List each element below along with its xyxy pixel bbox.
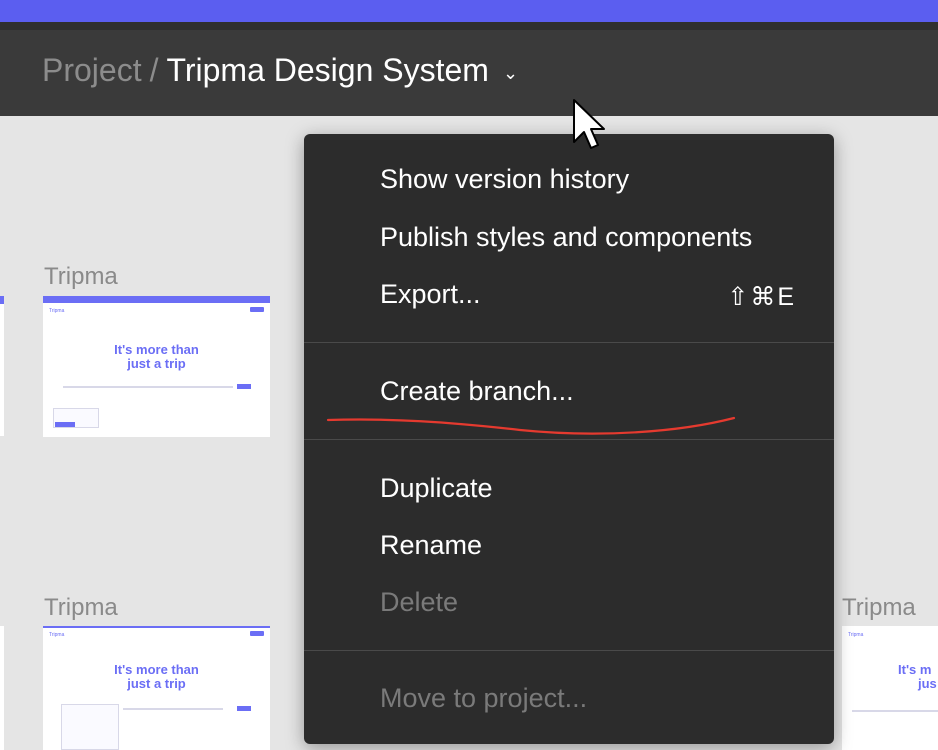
thumbnail-button [250,307,264,312]
file-card-label[interactable]: Tripma [44,263,118,291]
menu-item-publish-styles[interactable]: Publish styles and components [380,222,752,253]
file-thumbnail[interactable]: Tripma It's more than just a trip [43,296,270,437]
file-card-label[interactable]: Tripma [44,594,118,622]
menu-item-rename[interactable]: Rename [380,530,482,561]
thumbnail-card-button [55,422,75,427]
file-thumbnail-partial[interactable] [0,296,4,436]
menu-item-delete: Delete [380,587,459,617]
toolbar-gap [0,22,938,30]
menu-item-create-branch[interactable]: Create branch... [380,376,574,407]
breadcrumb-project[interactable]: Project [42,52,142,88]
chevron-down-icon[interactable]: ⌄ [503,51,518,95]
thumbnail-hero-line1: It's more than [114,662,199,677]
menu-item-export[interactable]: Export... [380,279,481,310]
thumbnail-topbar [43,296,270,303]
top-accent-bar [0,0,938,22]
thumbnail-search-bar [852,710,938,712]
menu-item-show-version-history[interactable]: Show version history [380,164,629,195]
file-thumbnail[interactable]: Tripma It's more than just a trip [43,626,270,750]
thumbnail-logo: Tripma [49,632,65,638]
thumbnail-search-button [237,384,251,389]
thumbnail-search-button [237,706,251,711]
breadcrumb-separator: / [149,52,159,88]
thumbnail-hero-line2: just a trip [127,356,186,371]
menu-separator [304,439,834,440]
menu-separator [304,650,834,651]
mouse-cursor-icon [573,99,605,149]
thumbnail-hero-line2: jus [918,676,937,691]
breadcrumb: Project / Tripma Design System ⌄ [42,48,518,95]
thumbnail-search-bar [63,386,233,388]
file-thumbnail[interactable]: Tripma It's m jus [842,626,938,750]
thumbnail-button [250,631,264,636]
file-title[interactable]: Tripma Design System [166,52,488,88]
thumbnail-logo: Tripma [848,632,864,638]
thumbnail-hero-line1: It's more than [114,342,199,357]
thumbnail-logo: Tripma [49,308,65,314]
export-shortcut: ⇧⌘E [727,283,796,311]
thumbnail-accent [0,296,4,304]
context-menu: Show version history Publish styles and … [304,134,834,744]
thumbnail-hero-line2: just a trip [127,676,186,691]
thumbnail-topbar [43,626,270,628]
thumbnail-panel [61,704,119,750]
file-card-label[interactable]: Tripma [842,594,916,622]
thumbnail-hero-line1: It's m [898,662,932,677]
menu-separator [304,342,834,343]
menu-item-move-to-project: Move to project... [380,683,588,713]
thumbnail-search-bar [123,708,223,710]
menu-item-duplicate[interactable]: Duplicate [380,473,493,504]
file-thumbnail-partial[interactable] [0,626,4,750]
